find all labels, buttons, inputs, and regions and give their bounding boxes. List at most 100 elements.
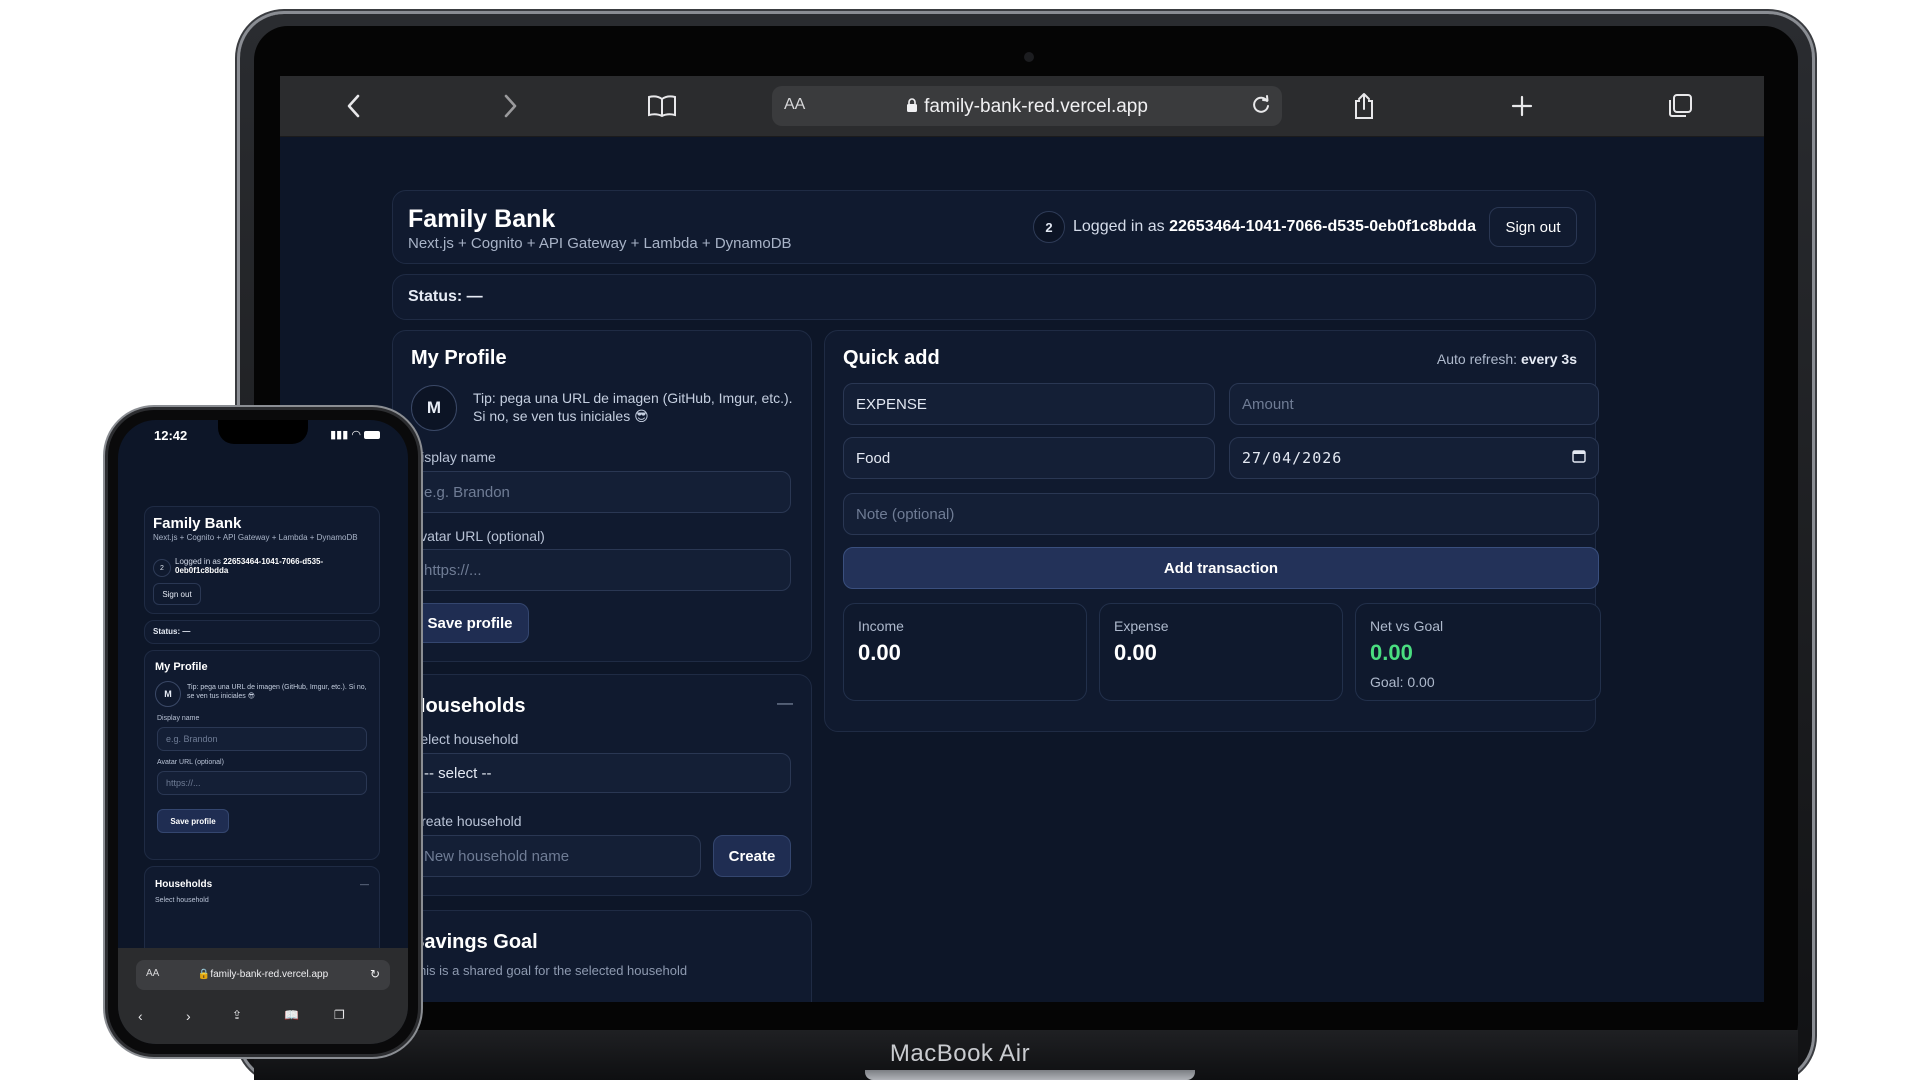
type-select[interactable]: EXPENSE <box>843 383 1215 425</box>
expense-label: Expense <box>1114 618 1169 634</box>
phone-display-name-label: Display name <box>157 715 200 722</box>
notification-badge[interactable]: 2 <box>1033 211 1065 243</box>
quick-add-card: Quick add Auto refresh: every 3s EXPENSE… <box>824 330 1601 732</box>
display-name-input[interactable]: e.g. Brandon <box>411 471 791 513</box>
net-vs-goal-label: Net vs Goal <box>1370 618 1444 634</box>
user-id: 22653464-1041-7066-d535-0eb0f1c8bdda <box>1169 218 1476 235</box>
phone-status-icons: ▮▮▮ ◠ <box>330 428 380 441</box>
auto-refresh-info: Auto refresh: every 3s <box>1437 351 1577 367</box>
phone-back-chevron-icon[interactable]: ‹ <box>138 1008 143 1024</box>
sign-out-button[interactable]: Sign out <box>1489 207 1577 247</box>
phone-time: 12:42 <box>154 428 188 443</box>
lock-icon <box>907 98 918 112</box>
profile-tip: Tip: pega una URL de imagen (GitHub, Img… <box>473 390 793 424</box>
select-household-label: Select household <box>411 731 519 747</box>
profile-title: My Profile <box>411 347 507 369</box>
battery-icon <box>364 431 380 440</box>
bookmarks-book-icon[interactable] <box>646 90 678 122</box>
net-vs-goal-stat: Net vs Goal 0.00 Goal: 0.00 <box>1355 603 1601 701</box>
status-text: Status: — <box>408 288 483 305</box>
back-chevron-icon[interactable] <box>338 90 370 122</box>
auto-refresh-label: Auto refresh: <box>1436 351 1518 367</box>
savings-goal-title: Savings Goal <box>411 931 538 953</box>
webcam <box>1024 52 1034 62</box>
phone-address-bar[interactable]: AA 🔒family-bank-red.vercel.app ↻ <box>136 960 390 990</box>
phone-logged-in-info: Logged in as 22653464-1041-7066-d535-0eb… <box>175 557 345 575</box>
phone-status-card: Status: — <box>144 620 380 644</box>
phone-select-household-label: Select household <box>155 897 209 904</box>
household-select[interactable]: -- select -- <box>411 753 791 793</box>
address-url-text: family-bank-red.vercel.app <box>924 96 1148 117</box>
status-card: Status: — <box>392 274 1596 320</box>
phone-bookmarks-book-icon[interactable]: 📖 <box>284 1008 299 1022</box>
phone-nav-row: ‹ › ⇪ 📖 ❐ <box>118 1008 408 1032</box>
phone-avatar: M <box>155 681 181 707</box>
phone-collapse-households-button[interactable]: — <box>360 879 369 889</box>
tabs-overview-icon[interactable] <box>1664 90 1696 122</box>
phone-reload-icon[interactable]: ↻ <box>370 967 380 981</box>
income-stat: Income 0.00 <box>843 603 1087 701</box>
share-icon[interactable] <box>1348 90 1380 122</box>
category-input[interactable]: Food <box>843 437 1215 479</box>
phone-profile-tip: Tip: pega una URL de imagen (GitHub, Img… <box>187 684 367 700</box>
phone-profile-card: My Profile M Tip: pega una URL de imagen… <box>144 650 380 860</box>
address-url: family-bank-red.vercel.app <box>772 96 1282 118</box>
phone-status-text: Status: — <box>153 627 191 636</box>
new-tab-plus-icon[interactable] <box>1506 90 1538 122</box>
create-household-button[interactable]: Create <box>713 835 791 877</box>
phone-tabs-overview-icon[interactable]: ❐ <box>334 1008 345 1022</box>
phone-save-profile-button[interactable]: Save profile <box>157 809 229 833</box>
phone-notification-badge[interactable]: 2 <box>153 559 171 577</box>
laptop-screen: AA family-bank-red.vercel.app Family Ban… <box>280 76 1764 1002</box>
net-vs-goal-value: 0.00 <box>1370 640 1413 665</box>
income-value: 0.00 <box>858 640 901 665</box>
collapse-households-button[interactable]: — <box>777 695 793 713</box>
reload-icon[interactable] <box>1250 94 1272 121</box>
expense-value: 0.00 <box>1114 640 1157 665</box>
calendar-icon[interactable] <box>1572 449 1586 467</box>
wifi-icon: ◠ <box>351 429 361 441</box>
signal-icon: ▮▮▮ <box>330 429 349 441</box>
add-transaction-button[interactable]: Add transaction <box>843 547 1599 589</box>
phone-logged-in-prefix: Logged in as <box>175 557 221 566</box>
expense-stat: Expense 0.00 <box>1099 603 1343 701</box>
households-card: Households — Select household -- select … <box>392 674 812 896</box>
avatar: M <box>411 385 457 431</box>
logged-in-prefix: Logged in as <box>1073 218 1165 235</box>
phone-avatar-url-input[interactable]: https://... <box>157 771 367 795</box>
phone-screen: 12:42 ▮▮▮ ◠ Family Bank Next.js + Cognit… <box>118 420 408 1044</box>
households-title: Households <box>411 695 526 717</box>
amount-input[interactable]: Amount <box>1229 383 1599 425</box>
profile-card: My Profile M Tip: pega una URL de imagen… <box>392 330 812 662</box>
phone-forward-chevron-icon[interactable]: › <box>186 1008 191 1024</box>
app-title: Family Bank <box>408 205 556 233</box>
phone-lock-icon: 🔒 <box>197 969 211 980</box>
display-name-label: Display name <box>411 449 496 465</box>
goal-text: Goal: 0.00 <box>1370 674 1435 690</box>
phone-app-title: Family Bank <box>153 515 242 532</box>
note-input[interactable]: Note (optional) <box>843 493 1599 535</box>
laptop-hinge <box>865 1070 1195 1080</box>
date-input[interactable]: 27/04/2026 <box>1229 437 1599 479</box>
forward-chevron-icon[interactable] <box>494 90 526 122</box>
browser-toolbar: AA family-bank-red.vercel.app <box>280 76 1764 137</box>
phone-notch <box>218 420 308 444</box>
savings-goal-text: This is a shared goal for the selected h… <box>411 963 688 978</box>
save-profile-button[interactable]: Save profile <box>411 603 529 643</box>
create-household-label: Create household <box>411 813 522 829</box>
phone-households-title: Households <box>155 879 213 890</box>
phone-address-url: 🔒family-bank-red.vercel.app <box>136 969 390 980</box>
phone-sign-out-button[interactable]: Sign out <box>153 583 201 605</box>
phone-address-url-text: family-bank-red.vercel.app <box>210 969 329 980</box>
phone-households-card: Households — Select household <box>144 866 380 958</box>
type-select-value: EXPENSE <box>856 395 927 413</box>
phone-browser-bar: AA 🔒family-bank-red.vercel.app ↻ ‹ › ⇪ 📖… <box>118 948 408 1044</box>
phone-header-card: Family Bank Next.js + Cognito + API Gate… <box>144 506 380 614</box>
phone-share-icon[interactable]: ⇪ <box>232 1008 242 1022</box>
logged-in-info: Logged in as 22653464-1041-7066-d535-0eb… <box>1073 218 1476 236</box>
phone-display-name-input[interactable]: e.g. Brandon <box>157 727 367 751</box>
avatar-url-input[interactable]: https://... <box>411 549 791 591</box>
savings-goal-card: Savings Goal This is a shared goal for t… <box>392 910 812 1002</box>
new-household-input[interactable]: New household name <box>411 835 701 877</box>
address-bar[interactable]: AA family-bank-red.vercel.app <box>772 86 1282 126</box>
